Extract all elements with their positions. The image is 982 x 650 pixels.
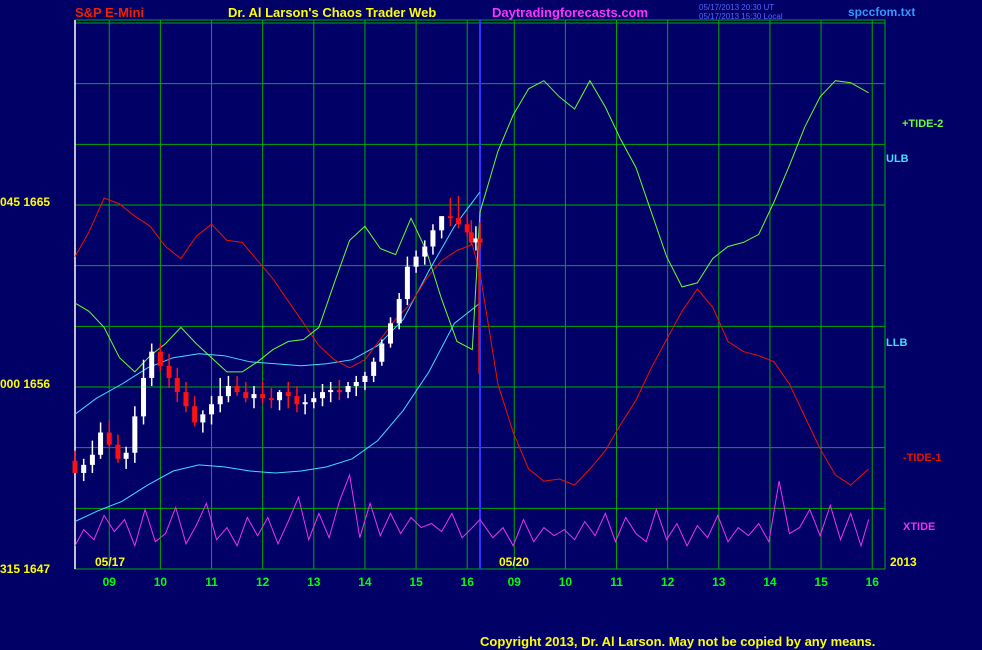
x-tick-label: 11 [610,575,623,589]
x-tick-label: 15 [409,575,423,589]
x-tick-label: 13 [307,575,321,589]
price-bar-body [345,386,351,393]
price-bar-body [396,299,402,324]
price-bar-body [209,404,215,415]
price-bar-body [371,361,377,376]
price-bar-body [404,266,410,300]
price-bar-body [439,216,445,231]
series-label-llb: LLB [886,337,907,349]
x-tick-label: 11 [205,575,218,589]
price-bar-body [234,386,240,393]
axis-labels: 045 1665 000 1656 315 1647 09 10 11 12 13 14 15 16… [0,118,943,589]
price-bar-body [353,381,359,387]
x-tick-label: 13 [712,575,726,589]
price-bar-body [464,224,470,233]
date-label: 2013 [890,555,917,569]
price-bar-body [157,351,163,366]
series-label-xtide: XTIDE [903,521,935,533]
price-bar-body [260,394,266,399]
price-bar-body [268,398,274,401]
grid [74,19,886,570]
price-bar-body [183,392,189,407]
series-line-ulb [74,191,481,415]
series-label-ulb: ULB [886,153,909,165]
x-tick-label: 12 [256,575,270,589]
price-bar-body [98,432,104,455]
price-bar-body [285,392,291,397]
price-bar-body [336,390,342,393]
x-tick-label: 12 [661,575,675,589]
y-tick-label: 315 1647 [0,562,50,576]
price-bar-body [166,365,172,378]
series-label-tide2: +TIDE-2 [902,118,943,130]
price-bar-body [430,230,436,247]
price-bar-body [422,246,428,257]
x-tick-label: 10 [559,575,573,589]
series-line-llb [74,302,481,522]
price-bar-body [132,416,138,453]
chart-window: S&P E-Mini Dr. Al Larson's Chaos Trader … [0,0,982,650]
price-bar-body [311,398,317,403]
price-bar-body [413,256,419,267]
price-bar-body [225,386,231,397]
price-bar-body [200,414,206,423]
price-bar-body [388,323,394,344]
date-label: 05/17 [95,555,125,569]
price-bar-body [302,402,308,405]
price-bar-body [379,343,385,362]
x-tick-label: 10 [154,575,168,589]
x-tick-label: 09 [508,575,522,589]
price-bar-body [174,377,180,393]
price-bar-body [477,238,483,243]
price-bar-body [456,218,462,225]
series-lines [74,79,870,548]
copyright-notice: Copyright 2013, Dr. Al Larson. May not b… [480,634,876,649]
price-bar-body [115,444,121,459]
chart-plot: 045 1665 000 1656 315 1647 09 10 11 12 13 14 15 16… [0,19,943,589]
price-bar-body [123,452,129,459]
date-label: 05/20 [499,555,529,569]
y-tick-label: 045 1665 [0,195,50,209]
y-tick-label: 000 1656 [0,377,50,391]
series-label-tide1: -TIDE-1 [903,452,942,464]
price-bar-body [72,460,78,473]
x-tick-label: 09 [103,575,117,589]
series-line-xtide [74,473,870,548]
price-bar-body [362,375,368,382]
x-tick-label: 16 [866,575,880,589]
price-bar-body [141,377,147,417]
price-bar-body [81,464,87,473]
price-bar-body [243,392,249,399]
price-bar-body [251,394,257,399]
x-tick-label: 14 [763,575,777,589]
price-bar-body [468,232,474,243]
price-bar-body [217,396,223,405]
price-bar-body [89,454,95,465]
x-tick-label: 16 [461,575,475,589]
price-bar-body [149,351,155,378]
price-bar-body [277,392,283,401]
price-bar-body [192,406,198,423]
price-bar-body [447,216,453,219]
price-bar-body [294,396,300,405]
x-tick-label: 15 [814,575,828,589]
x-tick-label: 14 [358,575,372,589]
price-bar-body [320,392,325,399]
price-bar-body [106,432,112,445]
price-bar-body [328,390,334,393]
